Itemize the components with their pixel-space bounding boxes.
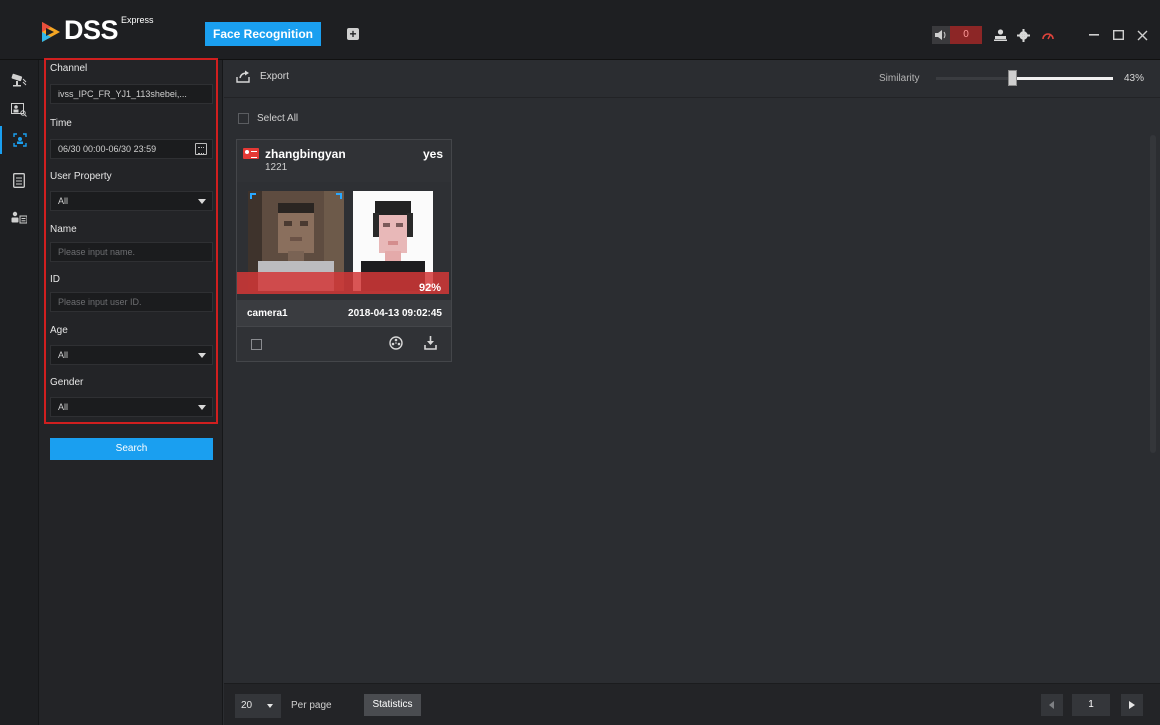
current-page[interactable]: 1 xyxy=(1072,694,1110,716)
match-status: yes xyxy=(422,147,443,161)
app-brand: DSS xyxy=(64,15,119,45)
face-search-icon xyxy=(11,103,27,117)
icon-rail xyxy=(0,60,38,725)
result-card[interactable]: zhangbingyan yes 1221 92% camera1 2018-0… xyxy=(236,139,452,362)
app-logo: DSS Express xyxy=(40,14,154,46)
person-id: 1221 xyxy=(265,162,288,173)
face-bracket-top-right xyxy=(336,193,342,199)
select-all-checkbox[interactable] xyxy=(238,113,249,124)
performance-gauge-icon[interactable] xyxy=(1040,27,1056,43)
select-all[interactable]: Select All xyxy=(238,113,298,124)
similarity-bar xyxy=(237,272,449,294)
gender-label: Gender xyxy=(50,377,84,388)
time-field[interactable]: 06/30 00:00-06/30 23:59 xyxy=(50,139,213,159)
chevron-down-icon xyxy=(267,704,273,708)
card-similarity: 92% xyxy=(418,282,441,294)
download-icon[interactable] xyxy=(424,336,437,355)
close-icon[interactable] xyxy=(1134,27,1150,43)
export-icon xyxy=(236,70,250,83)
logo-mark-icon xyxy=(42,22,60,42)
id-card-icon xyxy=(243,148,259,159)
chevron-left-icon xyxy=(1049,701,1054,709)
time-value: 06/30 00:00-06/30 23:59 xyxy=(58,144,157,154)
chevron-down-icon xyxy=(198,353,206,358)
calendar-icon[interactable] xyxy=(195,143,207,155)
card-footer xyxy=(237,326,451,361)
chevron-down-icon xyxy=(198,405,206,410)
surveillance-icon xyxy=(11,73,27,87)
time-label: Time xyxy=(50,118,72,129)
playback-icon[interactable] xyxy=(389,336,403,355)
similarity-value: 43% xyxy=(1124,73,1145,84)
title-bar: DSS Express Face Recognition + 0 xyxy=(0,0,1160,60)
camera-name: camera1 xyxy=(247,308,288,319)
app-brand-edition: Express xyxy=(121,15,154,25)
card-header: zhangbingyan yes 1221 xyxy=(237,140,451,182)
person-name: zhangbingyan xyxy=(265,147,346,161)
select-all-label: Select All xyxy=(257,113,299,124)
rail-item-report[interactable] xyxy=(0,166,38,194)
age-value: All xyxy=(58,350,69,360)
export-button[interactable]: Export xyxy=(236,70,289,83)
id-label: ID xyxy=(50,274,60,285)
user-property-value: All xyxy=(58,196,69,206)
per-page-select[interactable]: 20 xyxy=(235,694,281,718)
minimize-icon[interactable] xyxy=(1086,27,1102,43)
prev-page-button[interactable] xyxy=(1041,694,1063,716)
name-label: Name xyxy=(50,224,77,235)
gender-value: All xyxy=(58,402,69,412)
similarity-slider[interactable] xyxy=(936,70,1113,86)
user-id-input[interactable]: Please input user ID. xyxy=(50,292,213,312)
user-property-label: User Property xyxy=(50,171,112,182)
app-window: DSS Express Face Recognition + 0 Channel… xyxy=(0,0,1160,725)
user-icon[interactable] xyxy=(992,27,1008,43)
statistics-button[interactable]: Statistics xyxy=(364,694,421,716)
per-page-label: Per page xyxy=(291,700,332,711)
channel-value: ivss_IPC_FR_YJ1_113shebei,... xyxy=(58,89,187,99)
similarity-slider-handle[interactable] xyxy=(1008,70,1017,86)
age-select[interactable]: All xyxy=(50,345,213,365)
card-info: camera1 2018-04-13 09:02:45 xyxy=(237,300,451,326)
user-id-placeholder: Please input user ID. xyxy=(58,297,142,307)
maximize-icon[interactable] xyxy=(1110,27,1126,43)
user-list-icon xyxy=(11,211,27,224)
channel-label: Channel xyxy=(50,63,88,74)
face-recognition-icon xyxy=(13,133,27,147)
search-button[interactable]: Search xyxy=(50,438,213,460)
export-label: Export xyxy=(260,71,289,82)
rail-item-face-recognition[interactable] xyxy=(0,126,38,154)
gender-select[interactable]: All xyxy=(50,397,213,417)
capture-time: 2018-04-13 09:02:45 xyxy=(348,308,442,319)
results-scrollbar[interactable] xyxy=(1150,135,1156,453)
name-input[interactable]: Please input name. xyxy=(50,242,213,262)
alarm-count: 0 xyxy=(950,26,982,44)
rail-item-face-search[interactable] xyxy=(0,96,38,124)
card-checkbox[interactable] xyxy=(251,339,262,350)
next-page-button[interactable] xyxy=(1121,694,1143,716)
tab-face-recognition[interactable]: Face Recognition xyxy=(205,22,321,46)
face-bracket-top-left xyxy=(250,193,256,199)
filter-highlight-box xyxy=(44,58,218,424)
alarm-indicator[interactable]: 0 xyxy=(932,26,982,44)
report-icon xyxy=(13,172,25,188)
per-page-value: 20 xyxy=(241,700,253,711)
user-property-select[interactable]: All xyxy=(50,191,213,211)
similarity-slider-fill xyxy=(1012,77,1113,80)
chevron-right-icon xyxy=(1129,701,1135,709)
similarity-label: Similarity xyxy=(879,73,920,84)
add-tab-button[interactable]: + xyxy=(347,28,359,40)
photo-pair: 92% xyxy=(237,182,451,300)
speaker-icon xyxy=(932,26,950,44)
rail-item-surveillance[interactable] xyxy=(0,66,38,94)
rail-item-user-list[interactable] xyxy=(0,204,38,232)
chevron-down-icon xyxy=(198,199,206,204)
channel-field[interactable]: ivss_IPC_FR_YJ1_113shebei,... xyxy=(50,84,213,104)
name-placeholder: Please input name. xyxy=(58,247,136,257)
age-label: Age xyxy=(50,325,68,336)
settings-gear-icon[interactable] xyxy=(1015,27,1031,43)
